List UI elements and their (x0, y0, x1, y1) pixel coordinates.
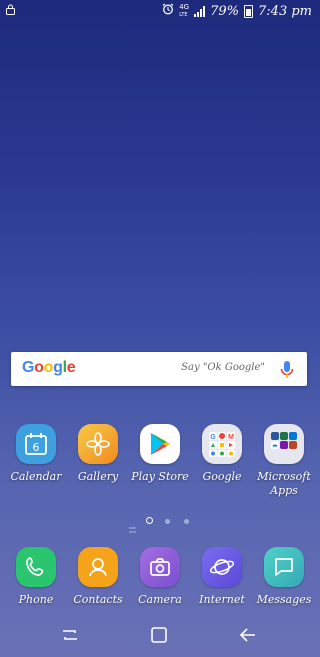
page-indicator (0, 516, 320, 533)
google-logo-letter: G (22, 359, 35, 376)
network-label: 4G (179, 2, 190, 11)
app-google-folder[interactable]: G M Google (190, 424, 254, 484)
app-label: Messages (256, 593, 312, 606)
navigation-bar (0, 613, 320, 657)
app-label: Google (202, 470, 242, 483)
app-messages[interactable]: Messages (252, 547, 316, 607)
app-internet[interactable]: Internet (190, 547, 254, 607)
signal-icon (194, 5, 206, 17)
clock-time: 7:43 pm (258, 3, 312, 19)
microsoft-folder-icon (264, 424, 304, 464)
google-logo-letter: o (34, 359, 44, 376)
search-hint: Say "Ok Google" (181, 362, 265, 373)
svg-text:M: M (228, 434, 234, 441)
app-label: Gallery (77, 470, 119, 483)
app-label: Camera (138, 593, 182, 606)
app-label: Contacts (73, 593, 123, 606)
google-logo-letter: e (66, 359, 76, 376)
app-label: Calendar (10, 470, 62, 483)
page-dot[interactable] (184, 519, 189, 524)
google-search-bar[interactable]: Google Say "Ok Google" (11, 352, 307, 386)
app-camera[interactable]: Camera (128, 547, 192, 607)
app-label: Phone (18, 593, 54, 606)
app-microsoft-folder[interactable]: Microsoft Apps (252, 424, 316, 498)
gallery-icon (78, 424, 118, 464)
svg-text:G: G (210, 434, 216, 441)
recent-apps-icon[interactable] (60, 625, 80, 645)
alarm-icon (162, 3, 174, 19)
battery-icon (244, 4, 254, 18)
back-arrow-icon[interactable] (238, 625, 258, 645)
app-gallery[interactable]: Gallery (66, 424, 130, 484)
app-play-store[interactable]: Play Store (128, 424, 192, 484)
network-sub-label: LTE (179, 11, 188, 18)
phone-icon (16, 547, 56, 587)
internet-icon (202, 547, 242, 587)
lock-notification-icon (6, 4, 15, 18)
home-button-icon[interactable] (149, 625, 169, 645)
microphone-icon[interactable] (279, 360, 295, 380)
network-type-indicator: 4G LTE (179, 2, 190, 19)
battery-percentage: 79% (210, 3, 240, 19)
play-store-icon (140, 424, 180, 464)
messages-icon (264, 547, 304, 587)
google-folder-icon: G M (202, 424, 242, 464)
app-contacts[interactable]: Contacts (66, 547, 130, 607)
google-logo-letter: g (53, 359, 63, 376)
google-logo-letter: o (43, 359, 54, 376)
calendar-day: 6 (33, 441, 40, 454)
app-label: Microsoft Apps (257, 470, 311, 497)
page-dot-active[interactable] (146, 517, 153, 524)
home-page-indicator-icon[interactable] (129, 518, 136, 533)
app-label: Play Store (131, 470, 189, 483)
google-logo: Google (22, 359, 76, 377)
calendar-icon: 6 (16, 424, 56, 464)
camera-icon (140, 547, 180, 587)
app-label: Internet (199, 593, 245, 606)
status-bar: 4G LTE 79% 7:43 pm (0, 0, 320, 22)
contacts-icon (78, 547, 118, 587)
page-dot[interactable] (165, 519, 170, 524)
app-phone[interactable]: Phone (4, 547, 68, 607)
app-calendar[interactable]: 6 Calendar (4, 424, 68, 484)
